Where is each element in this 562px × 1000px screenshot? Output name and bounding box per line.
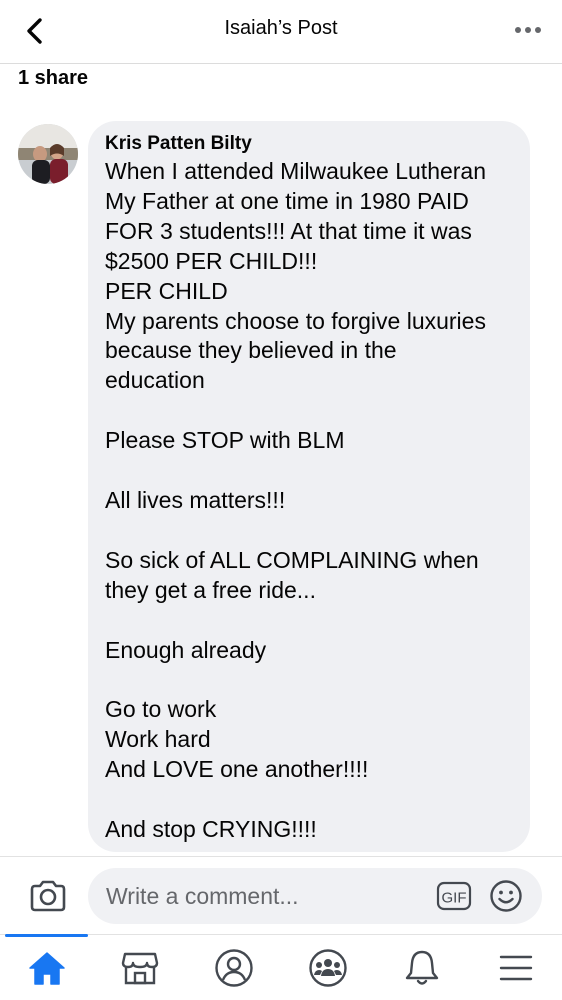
top-bar: Isaiah’s Post xyxy=(0,0,562,64)
more-horizontal-icon xyxy=(515,27,541,33)
gif-icon: GIF xyxy=(436,881,472,911)
comment-bubble[interactable]: Kris Patten Bilty When I attended Milwau… xyxy=(88,121,530,852)
comment-field[interactable]: GIF xyxy=(88,868,542,924)
notifications-icon xyxy=(405,950,438,985)
home-icon xyxy=(28,952,65,985)
emoji-icon xyxy=(490,880,522,912)
gif-button[interactable]: GIF xyxy=(436,880,472,912)
emoji-button[interactable] xyxy=(488,878,524,914)
marketplace-icon xyxy=(121,952,158,985)
tab-marketplace[interactable] xyxy=(93,935,186,1000)
groups-icon xyxy=(308,949,347,987)
avatar[interactable] xyxy=(18,124,78,184)
tab-profile[interactable] xyxy=(187,935,280,1000)
camera-button[interactable] xyxy=(26,877,70,915)
avatar-image xyxy=(18,124,78,184)
tab-notifications[interactable] xyxy=(375,935,468,1000)
menu-icon xyxy=(499,955,532,981)
profile-icon xyxy=(214,949,253,987)
tab-groups[interactable] xyxy=(281,935,374,1000)
comment-input[interactable] xyxy=(106,868,426,924)
bottom-tab-bar xyxy=(0,934,562,1000)
comment-author[interactable]: Kris Patten Bilty xyxy=(105,133,530,155)
more-options-button[interactable] xyxy=(512,18,544,42)
gif-label: GIF xyxy=(442,890,467,907)
comment-composer: GIF xyxy=(0,856,562,934)
page-title: Isaiah’s Post xyxy=(224,17,338,39)
camera-icon xyxy=(30,880,66,912)
comment-text: When I attended Milwaukee Lutheran My Fa… xyxy=(105,158,487,842)
tab-home[interactable] xyxy=(0,934,93,1000)
tab-menu[interactable] xyxy=(469,935,562,1000)
share-count[interactable]: 1 share xyxy=(18,67,88,90)
